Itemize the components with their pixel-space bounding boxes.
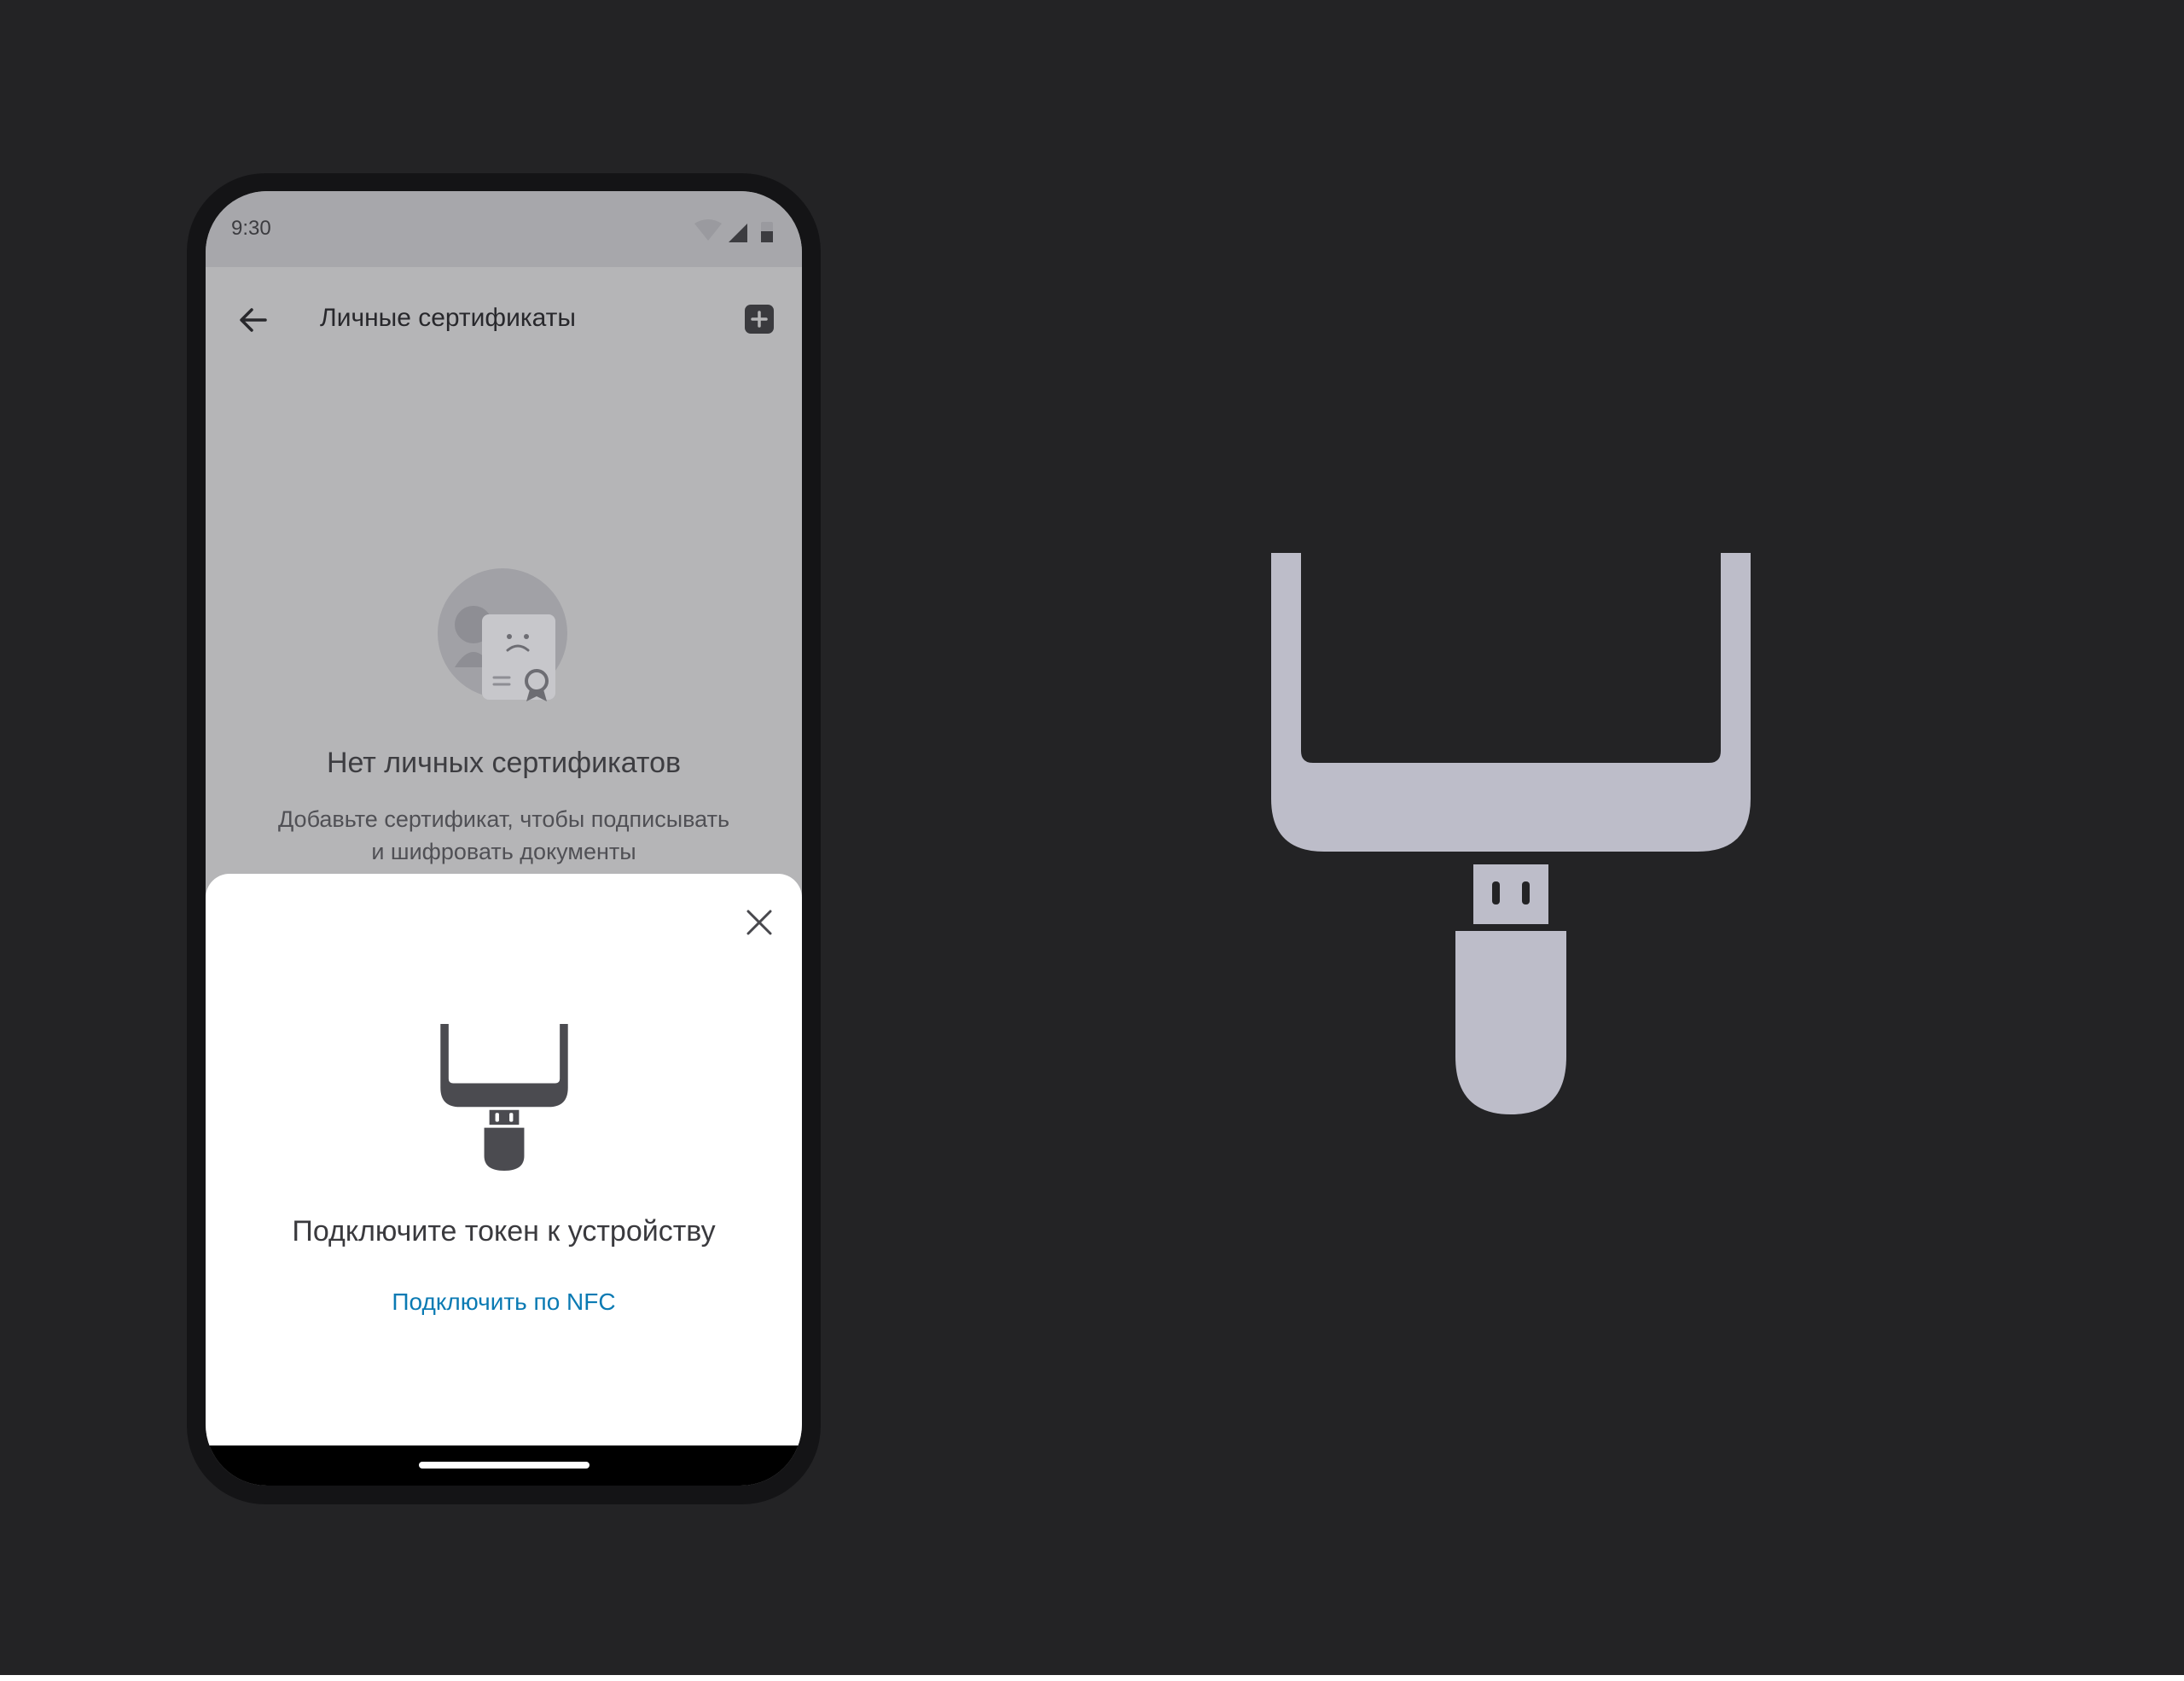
arrow-left-icon[interactable] [235,301,272,339]
app-bar: Личные сертификаты [206,267,802,371]
wifi-icon [694,219,722,241]
bottom-edge-strip [0,1675,2184,1681]
no-certificates-illustration [438,568,567,701]
plus-square-icon[interactable] [744,304,775,334]
navigation-bar [206,1445,802,1486]
empty-state-title: Нет личных сертификатов [326,747,682,779]
home-indicator[interactable] [419,1462,590,1469]
bottom-sheet: Подключите токен к устройству Подключить… [206,874,802,1445]
cellular-signal-icon [729,224,747,242]
empty-state-description: Добавьте сертификат, чтобы подписывать и… [240,803,768,868]
usb-token-icon [1271,553,1751,1114]
empty-state-description-line: и шифровать документы [371,839,636,864]
empty-state-description-line: Добавьте сертификат, чтобы подписывать [277,806,730,832]
connect-token-title: Подключите токен к устройству [292,1215,716,1248]
status-time: 9:30 [231,217,271,240]
status-bar: 9:30 [206,191,802,267]
close-icon[interactable] [745,908,774,937]
status-icons [694,219,773,242]
page-title: Личные сертификаты [320,304,576,332]
phone-screen: 9:30 Личные сертификаты Нет личных серти… [206,191,802,1486]
usb-token-icon [440,1024,568,1171]
connect-nfc-link[interactable]: Подключить по NFC [206,1288,802,1316]
